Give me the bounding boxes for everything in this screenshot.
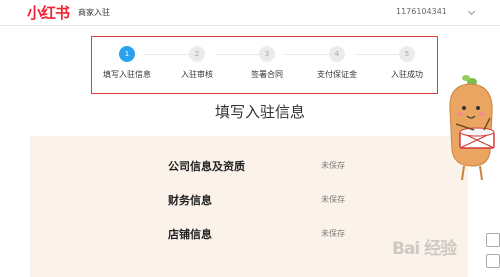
section-finance-info[interactable]: 财务信息: [168, 192, 212, 208]
chevron-down-icon[interactable]: [467, 7, 476, 16]
step-label: 支付保证金: [317, 70, 357, 79]
step-number: 3: [259, 46, 275, 62]
section-status: 未保存: [321, 195, 345, 204]
step-3: 3 签署合同: [232, 37, 302, 93]
section-status: 未保存: [321, 161, 345, 170]
step-number: 5: [399, 46, 415, 62]
page-section-title: 商家入驻: [78, 8, 110, 17]
section-company-info[interactable]: 公司信息及资质: [168, 158, 245, 174]
section-store-info[interactable]: 店铺信息: [168, 226, 212, 242]
step-5: 5 入驻成功: [372, 37, 442, 93]
step-4: 4 支付保证金: [302, 37, 372, 93]
step-number: 2: [189, 46, 205, 62]
step-2: 2 入驻审核: [162, 37, 232, 93]
step-1: 1 填写入驻信息: [92, 37, 162, 93]
step-number: 1: [119, 46, 135, 62]
watermark-logo: Bai 经验: [392, 239, 457, 259]
brand-logo[interactable]: 小红书: [27, 2, 70, 23]
side-panel-button[interactable]: [486, 233, 500, 247]
step-label: 入驻审核: [181, 70, 213, 79]
mascot-illustration: [449, 75, 495, 181]
side-panel-button[interactable]: [486, 254, 500, 268]
account-id[interactable]: 1176104341: [396, 7, 447, 16]
step-label: 入驻成功: [391, 70, 423, 79]
step-label: 签署合同: [251, 70, 283, 79]
step-number: 4: [329, 46, 345, 62]
step-label: 填写入驻信息: [103, 70, 151, 79]
page-title: 填写入驻信息: [214, 103, 305, 121]
steps-progress: 1 填写入驻信息 2 入驻审核 3 签署合同 4 支付保证金 5 入驻成功: [91, 36, 438, 94]
top-bar: 小红书 商家入驻 1176104341: [0, 0, 500, 26]
section-status: 未保存: [321, 229, 345, 238]
